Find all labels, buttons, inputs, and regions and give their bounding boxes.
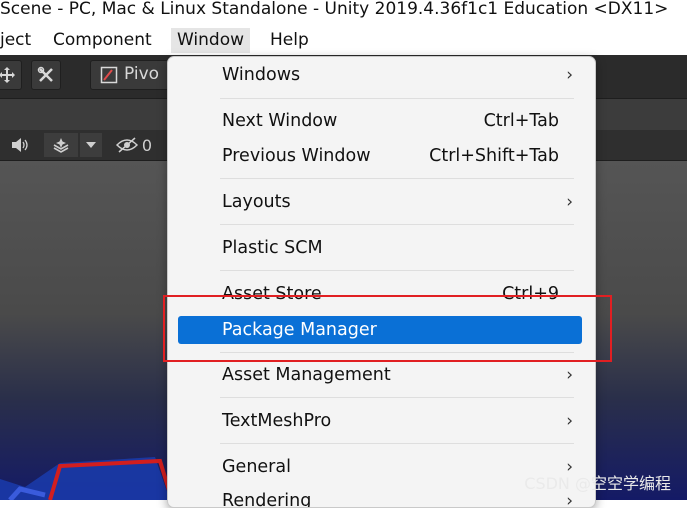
- menu-separator: [220, 270, 574, 271]
- submenu-arrow-icon: ›: [566, 65, 573, 85]
- submenu-arrow-icon: ›: [566, 192, 573, 212]
- effects-toggle[interactable]: [44, 133, 78, 157]
- pivot-toggle[interactable]: Pivo: [90, 60, 170, 90]
- shortcut-label: Ctrl+Tab: [483, 111, 559, 131]
- eye-off-icon: [115, 137, 138, 153]
- window-menu-dropdown: Windows › Next Window Ctrl+Tab Previous …: [167, 56, 596, 508]
- tools-icon: [37, 66, 53, 82]
- menu-item-layouts[interactable]: Layouts ›: [168, 188, 595, 216]
- pivot-label: Pivo: [124, 64, 160, 84]
- menu-separator: [220, 224, 574, 225]
- visibility-count: 0: [141, 135, 153, 155]
- layers-icon: [53, 138, 69, 153]
- menu-separator: [220, 397, 574, 398]
- shortcut-label: Ctrl+Shift+Tab: [429, 146, 559, 166]
- menu-item-textmeshpro[interactable]: TextMeshPro ›: [168, 407, 595, 435]
- visibility-toggle[interactable]: 0: [112, 133, 156, 157]
- menu-item-plastic-scm[interactable]: Plastic SCM: [168, 234, 595, 262]
- menu-window[interactable]: Window: [171, 28, 251, 53]
- menu-separator: [220, 178, 574, 179]
- pivot-icon: [100, 66, 118, 84]
- annotation-highlight-box: [163, 295, 612, 362]
- menu-item-next-window[interactable]: Next Window Ctrl+Tab: [168, 107, 595, 135]
- menu-item-previous-window[interactable]: Previous Window Ctrl+Shift+Tab: [168, 142, 595, 170]
- menu-component[interactable]: Component: [47, 28, 158, 53]
- menu-bar: ject Component Window Help: [0, 25, 687, 55]
- speaker-icon: [12, 138, 28, 152]
- window-title: Scene - PC, Mac & Linux Standalone - Uni…: [0, 0, 669, 19]
- audio-toggle[interactable]: [6, 133, 34, 157]
- move-tool-button[interactable]: [0, 60, 22, 90]
- submenu-arrow-icon: ›: [566, 365, 573, 385]
- move-icon: [0, 67, 15, 83]
- menu-help[interactable]: Help: [264, 28, 315, 53]
- watermark: CSDN @空空学编程: [524, 474, 671, 493]
- menu-separator: [220, 443, 574, 444]
- menu-item-asset-management[interactable]: Asset Management ›: [168, 361, 595, 389]
- dropdown-icon: [86, 142, 96, 148]
- submenu-arrow-icon: ›: [566, 411, 573, 431]
- menu-separator: [220, 98, 574, 99]
- custom-tool-button[interactable]: [31, 60, 61, 90]
- menu-item-windows[interactable]: Windows ›: [168, 61, 595, 89]
- effects-dropdown[interactable]: [80, 133, 102, 157]
- menu-project[interactable]: ject: [0, 28, 37, 53]
- window-title-bar: Scene - PC, Mac & Linux Standalone - Uni…: [0, 0, 687, 25]
